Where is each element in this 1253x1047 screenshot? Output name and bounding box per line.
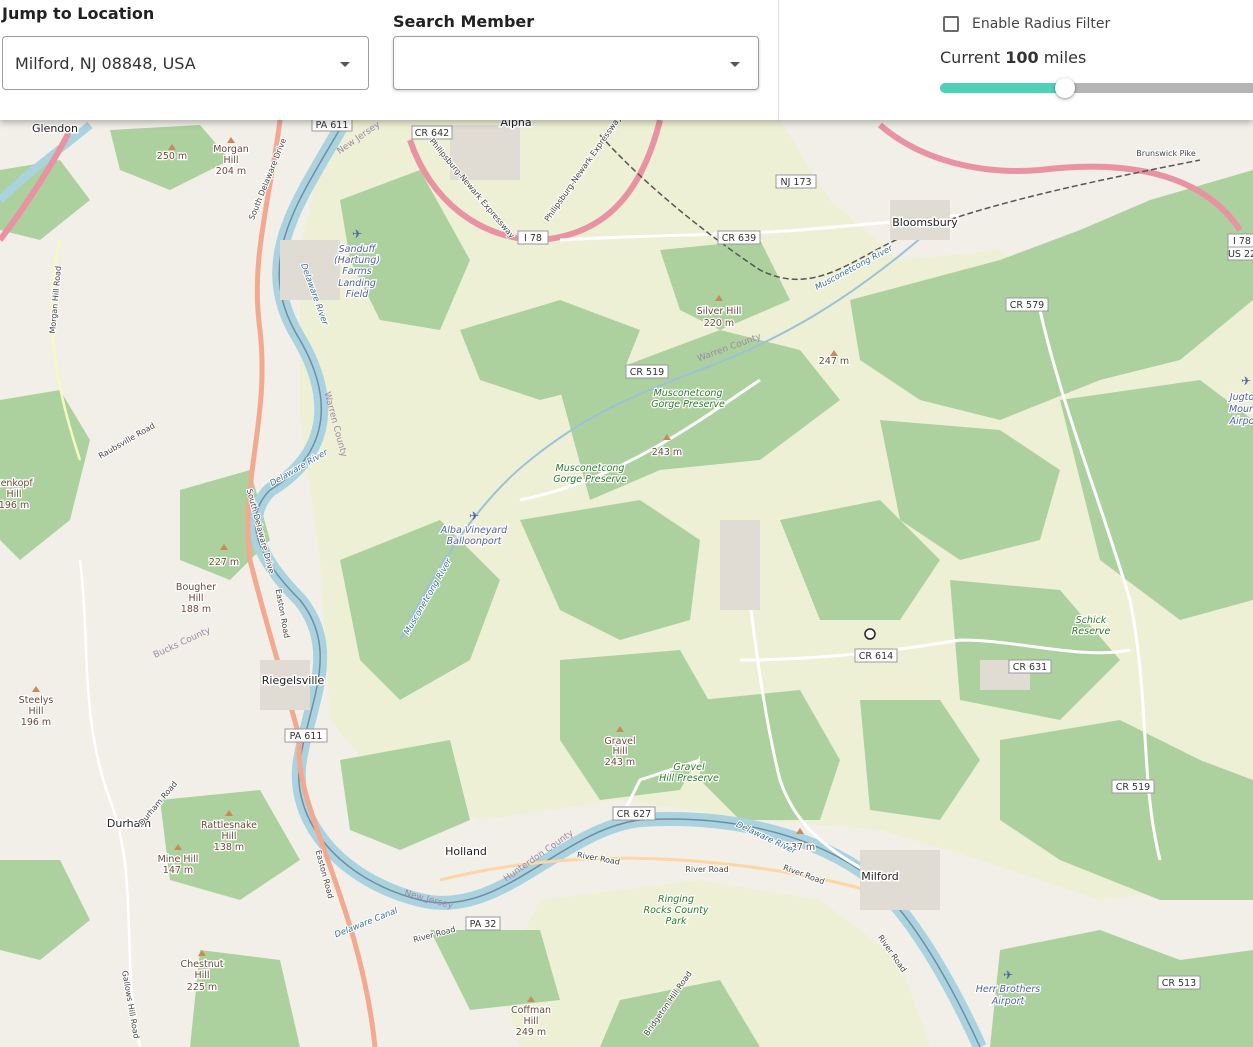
road-shield: I 78 <box>1227 233 1253 248</box>
airport-label: Jugto Moun Airpo <box>1228 392 1253 427</box>
place-label: Bloomsbury <box>892 216 958 229</box>
svg-text:PA 32: PA 32 <box>470 919 497 930</box>
peak-label: 247 m <box>819 356 849 367</box>
svg-text:CR 519: CR 519 <box>1116 782 1150 793</box>
airport-icon: ✈ <box>1241 374 1251 388</box>
place-label: Holland <box>445 845 487 858</box>
svg-text:PA 611: PA 611 <box>316 120 349 131</box>
current-radius-text: Current 100 miles <box>940 48 1086 67</box>
road-shield: PA 611 <box>284 728 328 743</box>
place-label: Milford <box>861 870 899 883</box>
road-shield: CR 642 <box>411 125 453 140</box>
road-shield: CR 513 <box>1157 975 1201 990</box>
radius-unit: miles <box>1043 48 1087 67</box>
road-shield: CR 519 <box>625 364 669 379</box>
road-shield: CR 614 <box>854 648 898 663</box>
svg-text:CR 519: CR 519 <box>630 367 664 378</box>
radius-prefix: Current <box>940 48 1001 67</box>
park-label: Musconetcong Gorge Preserve <box>651 388 725 410</box>
radius-slider[interactable] <box>940 78 1253 98</box>
radius-slider-thumb[interactable] <box>1055 78 1075 98</box>
filter-toolbar: Jump to Location Milford, NJ 08848, USA … <box>0 0 1253 120</box>
road-shield: CR 627 <box>612 806 656 821</box>
road-name-label: River Road <box>685 865 728 874</box>
svg-text:CR 639: CR 639 <box>722 233 756 244</box>
road-shield: NJ 173 <box>775 174 817 189</box>
search-member-label: Search Member <box>393 12 535 31</box>
svg-text:CR 579: CR 579 <box>1010 300 1044 311</box>
peak-label: 243 m <box>652 447 682 458</box>
road-name-label: Brunswick Pike <box>1136 149 1196 158</box>
airport-icon: ✈ <box>469 509 479 523</box>
svg-text:CR 627: CR 627 <box>617 809 651 820</box>
radius-filter-checkbox[interactable] <box>943 16 959 32</box>
peak-label: 250 m <box>157 151 187 162</box>
jump-to-location-label: Jump to Location <box>2 4 155 23</box>
svg-text:CR 614: CR 614 <box>859 651 893 662</box>
dropdown-arrow-icon[interactable] <box>730 62 740 67</box>
radius-slider-fill <box>940 83 1065 93</box>
svg-text:CR 642: CR 642 <box>415 128 449 139</box>
toolbar-divider <box>778 0 779 120</box>
svg-text:I 78: I 78 <box>524 233 542 244</box>
road-shield: CR 631 <box>1008 659 1052 674</box>
svg-text:PA 611: PA 611 <box>290 731 323 742</box>
radius-filter-label: Enable Radius Filter <box>972 16 1111 32</box>
airport-icon: ✈ <box>1003 968 1013 982</box>
place-label: Glendon <box>32 122 78 135</box>
peak-label: Mine Hill 147 m <box>158 854 199 876</box>
place-label: Riegelsville <box>262 674 325 687</box>
search-member-select[interactable] <box>393 36 759 90</box>
peak-label: 227 m <box>209 557 239 568</box>
svg-text:CR 631: CR 631 <box>1013 662 1047 673</box>
svg-text:CR 513: CR 513 <box>1162 978 1196 989</box>
park-label: Musconetcong Gorge Preserve <box>553 463 627 485</box>
park-label: Schick Reserve <box>1072 615 1111 637</box>
svg-text:I 78: I 78 <box>1233 236 1251 247</box>
map-view[interactable]: Glendon Bloomsbury Alpha Riegelsville Ho… <box>0 0 1253 1047</box>
airport-label: Alba Vineyard Balloonport <box>440 525 508 547</box>
road-shield: PA 32 <box>465 916 501 931</box>
jump-to-location-select[interactable]: Milford, NJ 08848, USA <box>2 36 369 90</box>
jump-to-location-value: Milford, NJ 08848, USA <box>15 54 196 73</box>
svg-text:US 22: US 22 <box>1228 249 1253 260</box>
svg-text:NJ 173: NJ 173 <box>780 177 811 188</box>
airport-icon: ✈ <box>352 227 362 241</box>
road-shield: I 78 <box>517 230 549 245</box>
radius-value: 100 <box>1005 48 1039 67</box>
road-shield: CR 639 <box>717 230 761 245</box>
road-shield: CR 519 <box>1111 779 1155 794</box>
location-marker[interactable] <box>864 628 876 640</box>
dropdown-arrow-icon[interactable] <box>340 62 350 67</box>
road-shield: CR 579 <box>1005 297 1049 312</box>
road-shield: US 22 <box>1227 246 1253 261</box>
